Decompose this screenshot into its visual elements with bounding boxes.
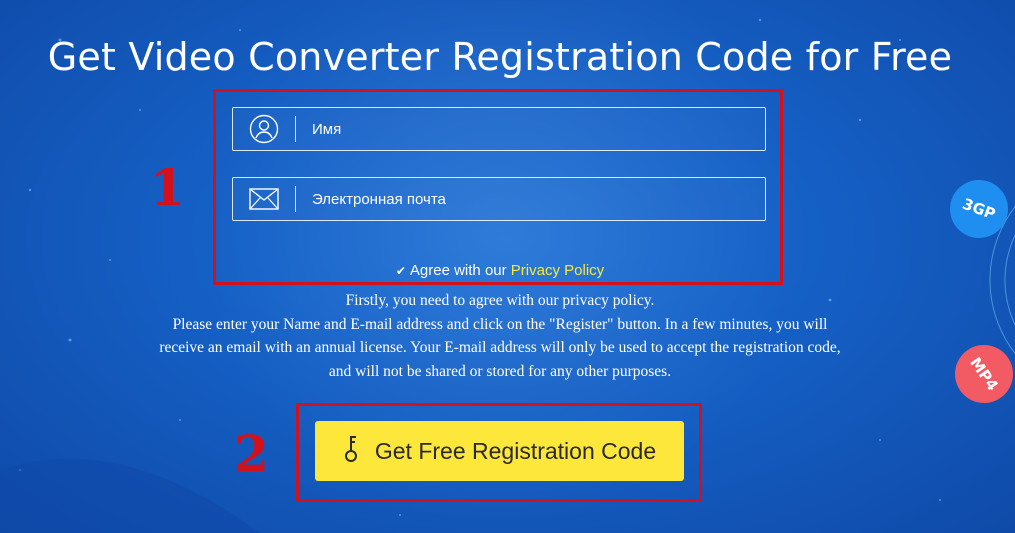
key-icon	[343, 433, 361, 469]
badge-mp4: MP4	[943, 333, 1015, 415]
badge-3gp: 3GP	[941, 171, 1015, 247]
agree-checkbox[interactable]: ✔	[396, 264, 406, 278]
instructions-line-2: Please enter your Name and E-mail addres…	[159, 315, 841, 380]
page-title: Get Video Converter Registration Code fo…	[47, 35, 953, 79]
instructions-line-1: Firstly, you need to agree with our priv…	[345, 292, 655, 309]
agree-text: Agree with our	[409, 262, 507, 279]
annotation-step-1: 1	[150, 158, 185, 217]
mail-icon	[233, 178, 295, 220]
privacy-policy-link[interactable]: Privacy Policy	[511, 262, 604, 279]
email-field[interactable]	[232, 177, 766, 221]
privacy-agreement: ✔ Agree with our Privacy Policy	[0, 262, 1000, 279]
user-icon	[233, 108, 295, 150]
annotation-step-2: 2	[234, 424, 269, 483]
name-input[interactable]	[296, 107, 765, 151]
cta-label: Get Free Registration Code	[374, 437, 657, 464]
get-registration-code-button[interactable]: Get Free Registration Code	[315, 421, 684, 481]
name-field[interactable]	[232, 107, 766, 151]
email-input[interactable]	[296, 177, 765, 221]
instructions: Firstly, you need to agree with our priv…	[150, 289, 850, 383]
